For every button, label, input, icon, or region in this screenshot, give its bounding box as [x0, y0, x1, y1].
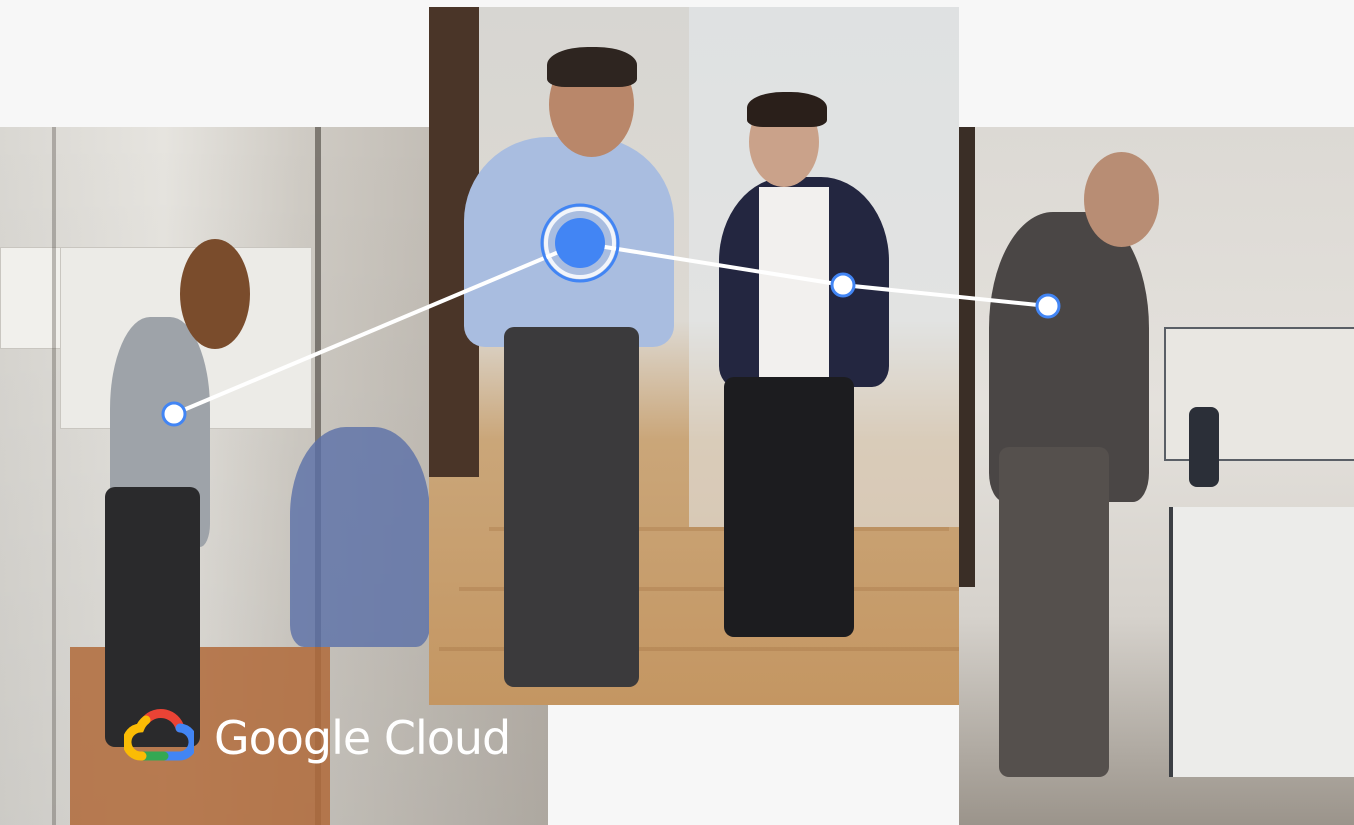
person-man-head	[1084, 152, 1159, 247]
google-cloud-logo: Google Cloud	[122, 706, 511, 769]
glass-frame	[52, 127, 56, 825]
person-man-shirt	[464, 137, 674, 347]
person-man-trousers	[999, 447, 1109, 777]
person-man-hair	[547, 47, 637, 87]
person-woman-blouse	[759, 187, 829, 377]
cabinet	[1169, 507, 1354, 777]
water-bottle	[1189, 407, 1219, 487]
google-cloud-logo-icon	[122, 706, 198, 769]
photo-right-office	[959, 127, 1354, 825]
google-cloud-wordmark: Google Cloud	[214, 710, 511, 765]
person-woman-hair	[180, 239, 250, 349]
person-woman-trousers	[724, 377, 854, 637]
person-woman-hair	[747, 92, 827, 127]
person-seated	[290, 427, 430, 647]
person-man-trousers	[504, 327, 639, 687]
door-frame	[959, 127, 975, 587]
photo-center-hallway	[429, 7, 959, 705]
